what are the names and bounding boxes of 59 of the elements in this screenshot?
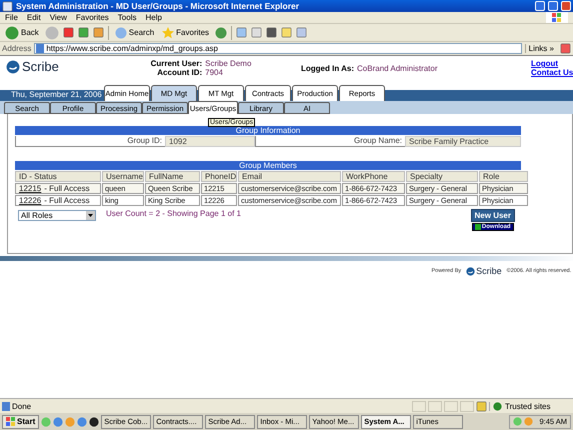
status-pane <box>444 400 458 412</box>
section-header: Group Members <box>15 161 521 170</box>
status-text: - Full Access <box>44 196 90 205</box>
header-link[interactable]: Logout <box>531 59 573 68</box>
status-text: Done <box>12 402 32 410</box>
column-header: Email <box>238 171 341 182</box>
links-button[interactable]: Links » <box>524 44 557 53</box>
column-header: Role <box>479 171 528 182</box>
search-button[interactable]: Search <box>112 24 156 40</box>
user-count-text: User Count = 2 - Showing Page 1 of 1 <box>106 209 242 218</box>
footer-logo-text: Scribe <box>476 266 502 276</box>
date-text: Thu, September 21, 2006 <box>10 90 103 101</box>
menu-item[interactable]: File <box>5 13 18 22</box>
status-pane <box>460 400 474 412</box>
favorites-button[interactable]: Favorites <box>160 24 212 40</box>
column-header: ID - Status <box>15 171 101 182</box>
user-id-link[interactable]: 12226 <box>19 196 42 205</box>
logged-in-value: CoBrand Administrator <box>357 64 438 73</box>
account-id-value: 7904 <box>205 68 224 77</box>
current-user-value: Scribe Demo <box>205 59 252 68</box>
window-title: System Administration - MD User/Groups - Microsoft Internet Explorer <box>16 1 300 11</box>
windows-logo-icon <box>546 12 568 23</box>
column-header: WorkPhone <box>342 171 405 182</box>
menu-item[interactable]: Help <box>145 13 162 22</box>
minimize-button[interactable] <box>535 1 545 11</box>
maximize-button[interactable] <box>548 1 558 11</box>
back-button[interactable]: Back <box>3 24 41 40</box>
dropdown-arrow-icon <box>86 211 95 220</box>
address-field[interactable]: https://www.scribe.com/adminxp/md_groups.asp <box>34 43 522 54</box>
role-dropdown[interactable]: All Roles <box>18 210 96 221</box>
status-pane <box>412 400 426 412</box>
field-value: 1092 <box>165 136 255 147</box>
current-user-label: Current User: <box>150 59 202 68</box>
security-zone: Trusted sites <box>489 402 571 410</box>
column-header: Specialty <box>406 171 478 182</box>
header-link[interactable]: Contact Us <box>531 68 573 77</box>
star-icon <box>162 26 174 38</box>
field-value: Scribe Family Practice <box>405 136 521 147</box>
logged-in-label: Logged In As: <box>301 64 354 73</box>
close-button[interactable] <box>561 1 571 11</box>
section-header: Group Information <box>15 126 521 135</box>
menu-item[interactable]: View <box>50 13 67 22</box>
new-user-button[interactable]: New User <box>470 209 515 222</box>
logo-text: Scribe <box>22 59 59 74</box>
user-id-link[interactable]: 12215 <box>19 184 42 193</box>
field-label: Group ID: <box>15 136 165 147</box>
start-button[interactable]: Start <box>2 414 40 428</box>
status-pane <box>428 400 442 412</box>
menu-item[interactable]: Favorites <box>76 13 109 22</box>
column-header: Username <box>102 171 144 182</box>
address-label: Address <box>2 44 32 53</box>
menu-item[interactable]: Tools <box>118 13 136 22</box>
windows-logo-icon <box>6 417 15 426</box>
menu-item[interactable]: Edit <box>26 13 41 22</box>
column-header: FullName <box>145 171 200 182</box>
field-label: Group Name: <box>255 136 405 147</box>
account-id-label: Account ID: <box>156 68 202 77</box>
status-text: - Full Access <box>44 184 90 193</box>
column-header: PhoneID <box>201 171 237 182</box>
